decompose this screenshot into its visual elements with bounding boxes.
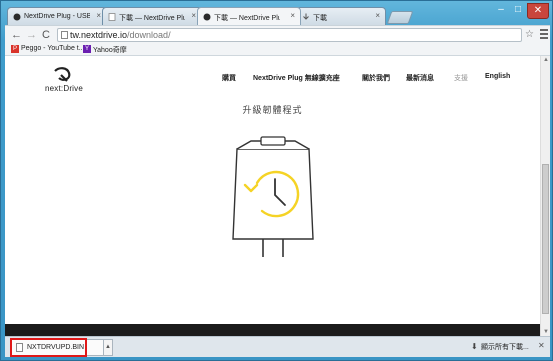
tab-title: 下載 xyxy=(313,15,327,22)
nav-nextdrive-plug[interactable]: NextDrive Plug 無線擴充座 xyxy=(253,73,340,83)
nextdrive-favicon-icon xyxy=(13,13,21,21)
tab-close-icon[interactable]: × xyxy=(96,11,101,20)
tab-download-1[interactable]: 下載 — NextDrive Plug · × xyxy=(102,7,202,25)
peggo-icon: P xyxy=(11,45,19,53)
page-favicon-icon xyxy=(108,13,116,21)
new-tab-button[interactable] xyxy=(386,11,414,24)
page-heading: 升級韌體程式 xyxy=(242,105,303,115)
nav-news[interactable]: 最新消息 xyxy=(406,73,434,83)
browser-toolbar: ← → C tw.nextdrive.io/download/ ☆ xyxy=(5,25,550,43)
page-icon xyxy=(61,31,68,39)
download-favicon-icon xyxy=(303,13,309,20)
scroll-down-icon[interactable]: ▼ xyxy=(543,329,549,335)
tab-close-icon[interactable]: × xyxy=(191,11,196,20)
download-arrow-icon: ⬇ xyxy=(471,342,478,351)
highlight-box xyxy=(10,338,87,357)
address-bar[interactable]: tw.nextdrive.io/download/ xyxy=(57,28,522,42)
download-shelf: NXTDRVUPD.BIN ▲ ⬇ 顯示所有下載... ✕ xyxy=(5,336,550,357)
nextdrive-favicon-icon xyxy=(203,13,211,21)
page-viewport: next:Drive 購買 NextDrive Plug 無線擴充座 關於我們 … xyxy=(5,56,540,336)
bookmark-peggo[interactable]: P Peggo - YouTube t... xyxy=(11,45,85,53)
vertical-scrollbar[interactable]: ▲ ▼ xyxy=(540,56,550,336)
scrollbar-thumb[interactable] xyxy=(542,164,549,314)
page-footer-bar xyxy=(5,324,540,336)
chrome-menu-icon[interactable] xyxy=(540,29,548,41)
nav-support[interactable]: 支援 xyxy=(454,73,468,83)
back-button[interactable]: ← xyxy=(11,28,22,42)
tab-nextdrive-plug[interactable]: NextDrive Plug - USB W × xyxy=(7,7,107,25)
bookmarks-bar: P Peggo - YouTube t... Y Yahoo奇摩 xyxy=(5,43,550,56)
tab-title: NextDrive Plug - USB W xyxy=(24,13,90,20)
reload-button[interactable]: C xyxy=(42,28,50,42)
download-options-chevron-icon[interactable]: ▲ xyxy=(103,339,113,356)
nextdrive-logo-icon[interactable] xyxy=(43,65,83,85)
nav-buy[interactable]: 購買 xyxy=(222,73,236,83)
forward-button[interactable]: → xyxy=(26,28,37,42)
browser-window: NextDrive Plug - USB W × 下載 — NextDrive … xyxy=(0,0,553,361)
close-shelf-icon[interactable]: ✕ xyxy=(538,341,545,350)
bookmark-label: Peggo - YouTube t... xyxy=(21,45,85,52)
tab-title: 下載 — NextDrive Plug · xyxy=(119,15,185,22)
bookmark-star-icon[interactable]: ☆ xyxy=(525,29,534,40)
tab-close-icon[interactable]: × xyxy=(290,11,295,20)
bookmark-label: Yahoo奇摩 xyxy=(93,47,127,54)
scroll-up-icon[interactable]: ▲ xyxy=(543,57,549,63)
tab-strip: NextDrive Plug - USB W × 下載 — NextDrive … xyxy=(7,7,477,25)
tab-download-active[interactable]: 下載 — NextDrive Plug · × xyxy=(197,7,301,25)
tab-download-3[interactable]: 下載 × xyxy=(296,7,386,25)
url-host: tw.nextdrive.io xyxy=(70,30,128,40)
yahoo-icon: Y xyxy=(83,45,91,53)
show-all-downloads-link[interactable]: 顯示所有下載... xyxy=(481,342,529,352)
bookmark-yahoo[interactable]: Y Yahoo奇摩 xyxy=(83,45,127,55)
url-path: /download/ xyxy=(127,30,171,40)
logo-wordmark: next:Drive xyxy=(45,84,84,93)
close-window-icon[interactable]: ✕ xyxy=(527,3,549,19)
tab-close-icon[interactable]: × xyxy=(375,11,380,20)
nav-about[interactable]: 關於我們 xyxy=(362,73,390,83)
tab-title: 下載 — NextDrive Plug · xyxy=(214,15,280,22)
maximize-icon[interactable]: □ xyxy=(510,3,526,19)
nav-english[interactable]: English xyxy=(485,73,510,80)
firmware-update-device-icon xyxy=(232,136,314,257)
minimize-icon[interactable]: – xyxy=(493,3,509,19)
